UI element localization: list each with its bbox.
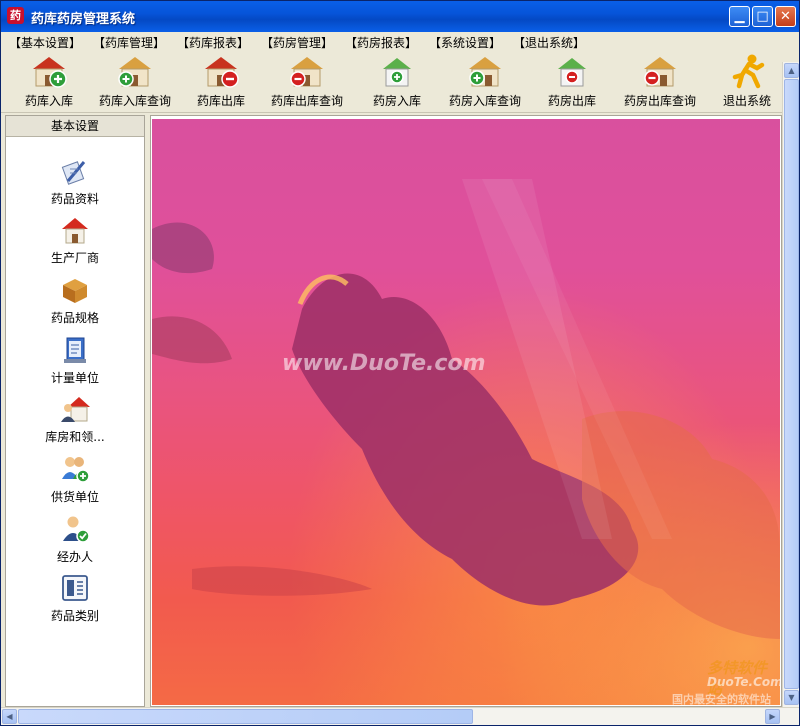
cloud-shapes — [152, 179, 780, 639]
main-content-area: www.DuoTe.com 多特软件站 DuoTe.Com 国内最安全的软件站 — [150, 115, 782, 707]
menu-basic-settings[interactable]: 【基本设置】 — [9, 34, 81, 51]
ledger-book-icon — [64, 337, 86, 363]
sidebar-item-unit[interactable]: 计量单位 — [6, 335, 144, 391]
pharmacy-remove-query-icon — [644, 57, 676, 87]
sidebar-item-label: 库房和领... — [45, 430, 105, 444]
toolbar-warehouse-in-query-button[interactable]: 药库入库查询 — [91, 50, 179, 112]
toolbar-pharmacy-out-button[interactable]: 药房出库 — [528, 50, 616, 112]
corner-watermark-url: DuoTe.Com — [707, 675, 782, 689]
title-bar[interactable]: 药 药库药房管理系统 ▁ □ ✕ — [1, 1, 799, 32]
sidebar-item-label: 药品规格 — [50, 311, 99, 325]
toolbar-label: 药库出库 — [196, 94, 245, 108]
sidebar-header[interactable]: 基本设置 — [6, 116, 144, 137]
pharmacy-add-query-icon — [469, 57, 501, 87]
minimize-button[interactable]: ▁ — [729, 6, 750, 27]
scroll-left-button[interactable]: ◀ — [2, 709, 17, 724]
menu-warehouse-reports[interactable]: 【药库报表】 — [177, 34, 249, 51]
toolbar-label: 退出系统 — [722, 94, 771, 108]
sidebar-item-handler[interactable]: 经办人 — [6, 514, 144, 570]
close-icon: ✕ — [780, 9, 791, 24]
package-box-icon — [63, 279, 87, 303]
corner-watermark-tagline: 国内最安全的软件站 — [672, 693, 771, 706]
toolbar-label: 药房出库 — [547, 94, 596, 108]
scroll-up-button[interactable]: ▲ — [784, 63, 799, 78]
toolbar-label: 药库入库 — [24, 94, 73, 108]
sidebar-item-drug-spec[interactable]: 药品规格 — [6, 275, 144, 331]
sidebar-item-label: 生产厂商 — [50, 251, 99, 265]
sidebar-item-label: 经办人 — [56, 550, 93, 564]
toolbar-pharmacy-in-query-button[interactable]: 药房入库查询 — [441, 50, 529, 112]
sidebar-item-label: 计量单位 — [50, 371, 99, 385]
exit-running-man-icon — [732, 54, 765, 89]
toolbar-label: 药库出库查询 — [270, 94, 343, 108]
sidebar-item-manufacturer[interactable]: 生产厂商 — [6, 215, 144, 271]
close-button[interactable]: ✕ — [775, 6, 796, 27]
toolbar-label: 药房出库查询 — [623, 94, 696, 108]
scroll-down-button[interactable]: ▼ — [784, 690, 799, 705]
maximize-button[interactable]: □ — [752, 6, 773, 27]
menu-pharmacy-management[interactable]: 【药房管理】 — [261, 34, 333, 51]
menu-pharmacy-reports[interactable]: 【药房报表】 — [345, 34, 417, 51]
vertical-scrollbar[interactable]: ▲ ▼ — [782, 62, 799, 707]
sidebar-item-drug-category[interactable]: 药品类别 — [6, 573, 144, 629]
house-icon — [62, 218, 88, 244]
toolbar-pharmacy-in-button[interactable]: 药房入库 — [353, 50, 441, 112]
toolbar-pharmacy-out-query-button[interactable]: 药房出库查询 — [616, 50, 704, 112]
window-title: 药库药房管理系统 — [31, 12, 136, 27]
pharmacy-add-icon — [383, 58, 411, 87]
toolbar: 药库入库 药库入库查询 药库出库 药库出库查询 药房入库 药房入库查询 药房出库… — [1, 50, 799, 113]
scroll-right-button[interactable]: ▶ — [765, 709, 780, 724]
user-check-icon — [63, 516, 90, 543]
sidebar-item-label: 药品资料 — [50, 192, 99, 206]
toolbar-warehouse-out-button[interactable]: 药库出库 — [177, 50, 265, 112]
sidebar: 基本设置 药品资料 生产厂商 药品规格 计量单位 库房和领... 供货单位 经办… — [5, 115, 145, 707]
arrow-right-icon: ▶ — [769, 712, 776, 721]
horizontal-scroll-thumb[interactable] — [18, 709, 473, 724]
sidebar-item-drug-info[interactable]: 药品资料 — [6, 156, 144, 212]
document-pen-icon — [61, 161, 86, 185]
arrow-left-icon: ◀ — [6, 712, 13, 721]
minimize-icon: ▁ — [734, 9, 745, 24]
pharmacy-remove-icon — [558, 58, 586, 87]
arrow-up-icon: ▲ — [788, 66, 795, 75]
app-window: 药 药库药房管理系统 ▁ □ ✕ 【基本设置】 【药库管理】 【药库报表】 【药… — [0, 0, 800, 726]
toolbar-warehouse-out-query-button[interactable]: 药库出库查询 — [263, 50, 351, 112]
maximize-icon: □ — [756, 9, 769, 24]
vertical-scroll-thumb[interactable] — [784, 79, 799, 689]
app-logo-icon: 药 — [7, 7, 24, 24]
users-add-icon — [62, 457, 90, 483]
sidebar-item-label: 药品类别 — [50, 609, 99, 623]
warehouse-add-query-icon — [118, 57, 151, 87]
warehouse-remove-query-icon — [290, 57, 323, 87]
toolbar-warehouse-in-button[interactable]: 药库入库 — [5, 50, 93, 112]
menu-bar: 【基本设置】 【药库管理】 【药库报表】 【药房管理】 【药房报表】 【系统设置… — [1, 32, 799, 50]
arrow-down-icon: ▼ — [788, 693, 795, 702]
toolbar-label: 药房入库查询 — [448, 94, 521, 108]
house-person-icon — [61, 397, 90, 422]
toolbar-exit-button[interactable]: 退出系统 — [703, 50, 791, 112]
center-watermark: www.DuoTe.com — [282, 351, 486, 376]
warehouse-add-icon — [33, 57, 67, 88]
warehouse-remove-icon — [205, 57, 239, 88]
toolbar-label: 药房入库 — [372, 94, 421, 108]
horizontal-scrollbar[interactable]: ◀ ▶ — [1, 707, 799, 725]
background-sunset-image: www.DuoTe.com 多特软件站 DuoTe.Com 国内最安全的软件站 — [152, 119, 782, 706]
sidebar-item-supplier[interactable]: 供货单位 — [6, 454, 144, 510]
sidebar-item-warehouse-recipient[interactable]: 库房和领... — [6, 394, 144, 450]
menu-system-settings[interactable]: 【系统设置】 — [429, 34, 501, 51]
sidebar-item-label: 供货单位 — [50, 490, 99, 504]
menu-warehouse-management[interactable]: 【药库管理】 — [93, 34, 165, 51]
category-card-icon — [62, 575, 88, 601]
menu-exit-system[interactable]: 【退出系统】 — [513, 34, 585, 51]
toolbar-label: 药库入库查询 — [98, 94, 171, 108]
